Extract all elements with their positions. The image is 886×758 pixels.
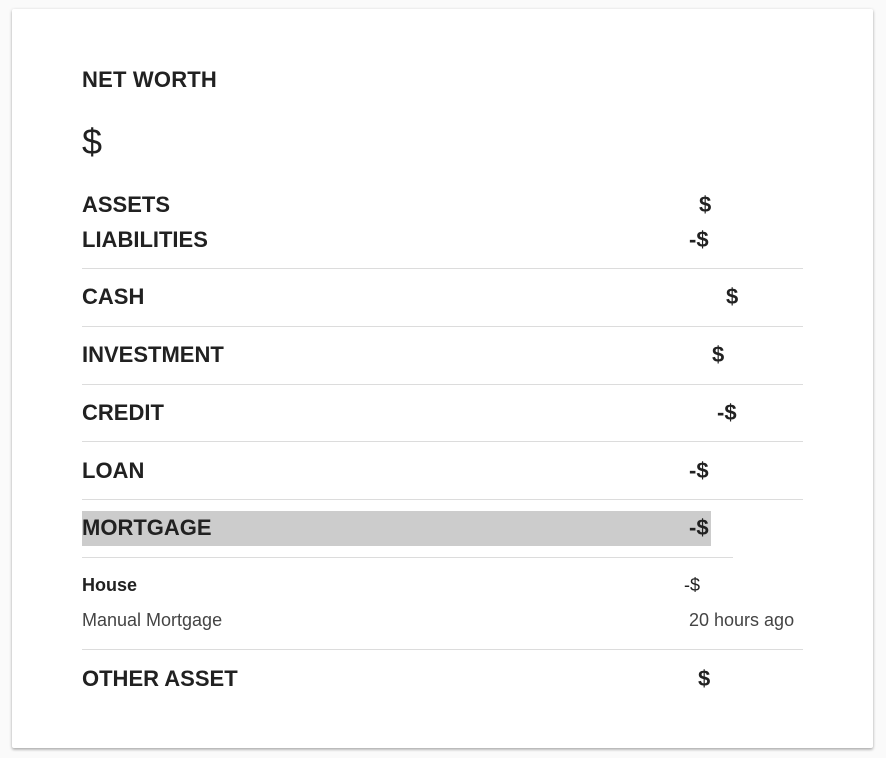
divider xyxy=(82,384,803,385)
category-mortgage-label[interactable]: MORTGAGE xyxy=(82,515,212,541)
category-investment-label[interactable]: INVESTMENT xyxy=(82,342,224,368)
assets-value: $ xyxy=(699,192,712,217)
divider xyxy=(82,441,803,442)
liabilities-value: -$ xyxy=(689,227,709,252)
category-other-asset-value: $ xyxy=(698,666,711,691)
divider xyxy=(82,499,803,500)
liabilities-label: LIABILITIES xyxy=(82,227,208,252)
category-investment-value: $ xyxy=(712,342,725,367)
assets-label: ASSETS xyxy=(82,192,171,217)
category-other-asset-label[interactable]: OTHER ASSET xyxy=(82,666,238,692)
category-mortgage-value: -$ xyxy=(689,515,709,540)
account-house-updated: 20 hours ago xyxy=(689,610,795,630)
account-house-name[interactable]: House xyxy=(82,575,137,596)
category-credit-value: -$ xyxy=(717,400,737,425)
divider xyxy=(82,326,803,327)
net-worth-title: NET WORTH xyxy=(82,67,218,92)
category-cash-label[interactable]: CASH xyxy=(82,284,144,310)
category-credit-label[interactable]: CREDIT xyxy=(82,400,164,426)
net-worth-card: NET WORTH $ ASSETS $ LIABILITIES -$ CASH… xyxy=(12,9,873,748)
divider xyxy=(82,557,733,558)
category-loan-label[interactable]: LOAN xyxy=(82,458,144,484)
category-loan-value: -$ xyxy=(689,458,709,483)
category-cash-value: $ xyxy=(726,284,739,309)
net-worth-value: $ xyxy=(82,121,103,162)
account-house-type: Manual Mortgage xyxy=(82,610,223,630)
divider xyxy=(82,649,803,650)
account-house-value: -$ xyxy=(684,575,701,595)
divider xyxy=(82,268,803,269)
